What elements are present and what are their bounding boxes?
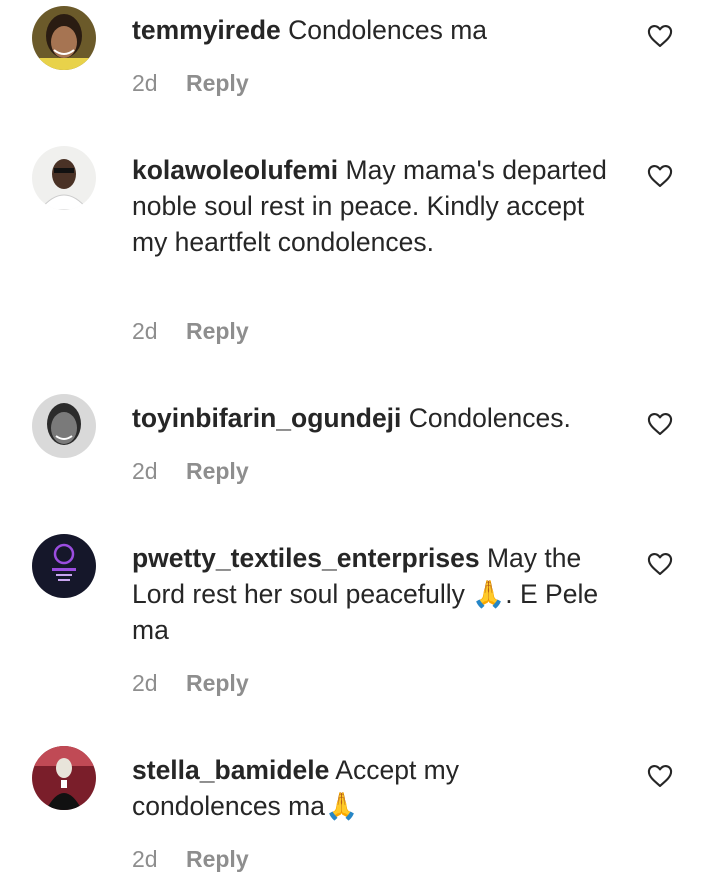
user-avatar[interactable] [32, 6, 96, 70]
heart-outline-icon[interactable] [646, 162, 674, 190]
heart-outline-icon[interactable] [646, 762, 674, 790]
avatar-photo-icon [32, 146, 96, 210]
reply-button[interactable]: Reply [186, 318, 249, 344]
comment-meta: 2d Reply [132, 456, 249, 486]
comment-time: 2d [132, 670, 158, 696]
comment-username[interactable]: temmyirede [132, 15, 281, 45]
comment-time: 2d [132, 70, 158, 96]
user-avatar[interactable] [32, 394, 96, 458]
reply-button[interactable]: Reply [186, 70, 249, 96]
heart-outline-icon[interactable] [646, 22, 674, 50]
comment-time: 2d [132, 318, 158, 344]
comment-meta: 2d Reply [132, 668, 249, 698]
reply-button[interactable]: Reply [186, 458, 249, 484]
avatar-photo-icon [32, 746, 96, 810]
heart-outline-icon[interactable] [646, 550, 674, 578]
comment-time: 2d [132, 458, 158, 484]
heart-outline-icon[interactable] [646, 410, 674, 438]
comment-text: toyinbifarin_ogundeji Condolences. [132, 400, 612, 436]
comment-text: stella_bamidele Accept my condolences ma… [132, 752, 612, 824]
comment-username[interactable]: kolawoleolufemi [132, 155, 338, 185]
reply-button[interactable]: Reply [186, 846, 249, 872]
comment-text: pwetty_textiles_enterprises May the Lord… [132, 540, 612, 648]
avatar-photo-icon [32, 394, 96, 458]
comment-body: Condolences ma [288, 15, 488, 45]
comment-text: temmyirede Condolences ma [132, 12, 612, 48]
comment-text: kolawoleolufemi May mama's departed nobl… [132, 152, 612, 260]
avatar-photo-icon [32, 6, 96, 70]
comment-username[interactable]: pwetty_textiles_enterprises [132, 543, 480, 573]
comment-meta: 2d Reply [132, 316, 249, 346]
avatar-logo-icon [32, 534, 96, 598]
comment-username[interactable]: stella_bamidele [132, 755, 329, 785]
comment-meta: 2d Reply [132, 844, 249, 874]
reply-button[interactable]: Reply [186, 670, 249, 696]
comment-username[interactable]: toyinbifarin_ogundeji [132, 403, 401, 433]
user-avatar[interactable] [32, 146, 96, 210]
comment-body: Condolences. [408, 403, 571, 433]
user-avatar[interactable] [32, 534, 96, 598]
comment-meta: 2d Reply [132, 68, 249, 98]
user-avatar[interactable] [32, 746, 96, 810]
comment-time: 2d [132, 846, 158, 872]
